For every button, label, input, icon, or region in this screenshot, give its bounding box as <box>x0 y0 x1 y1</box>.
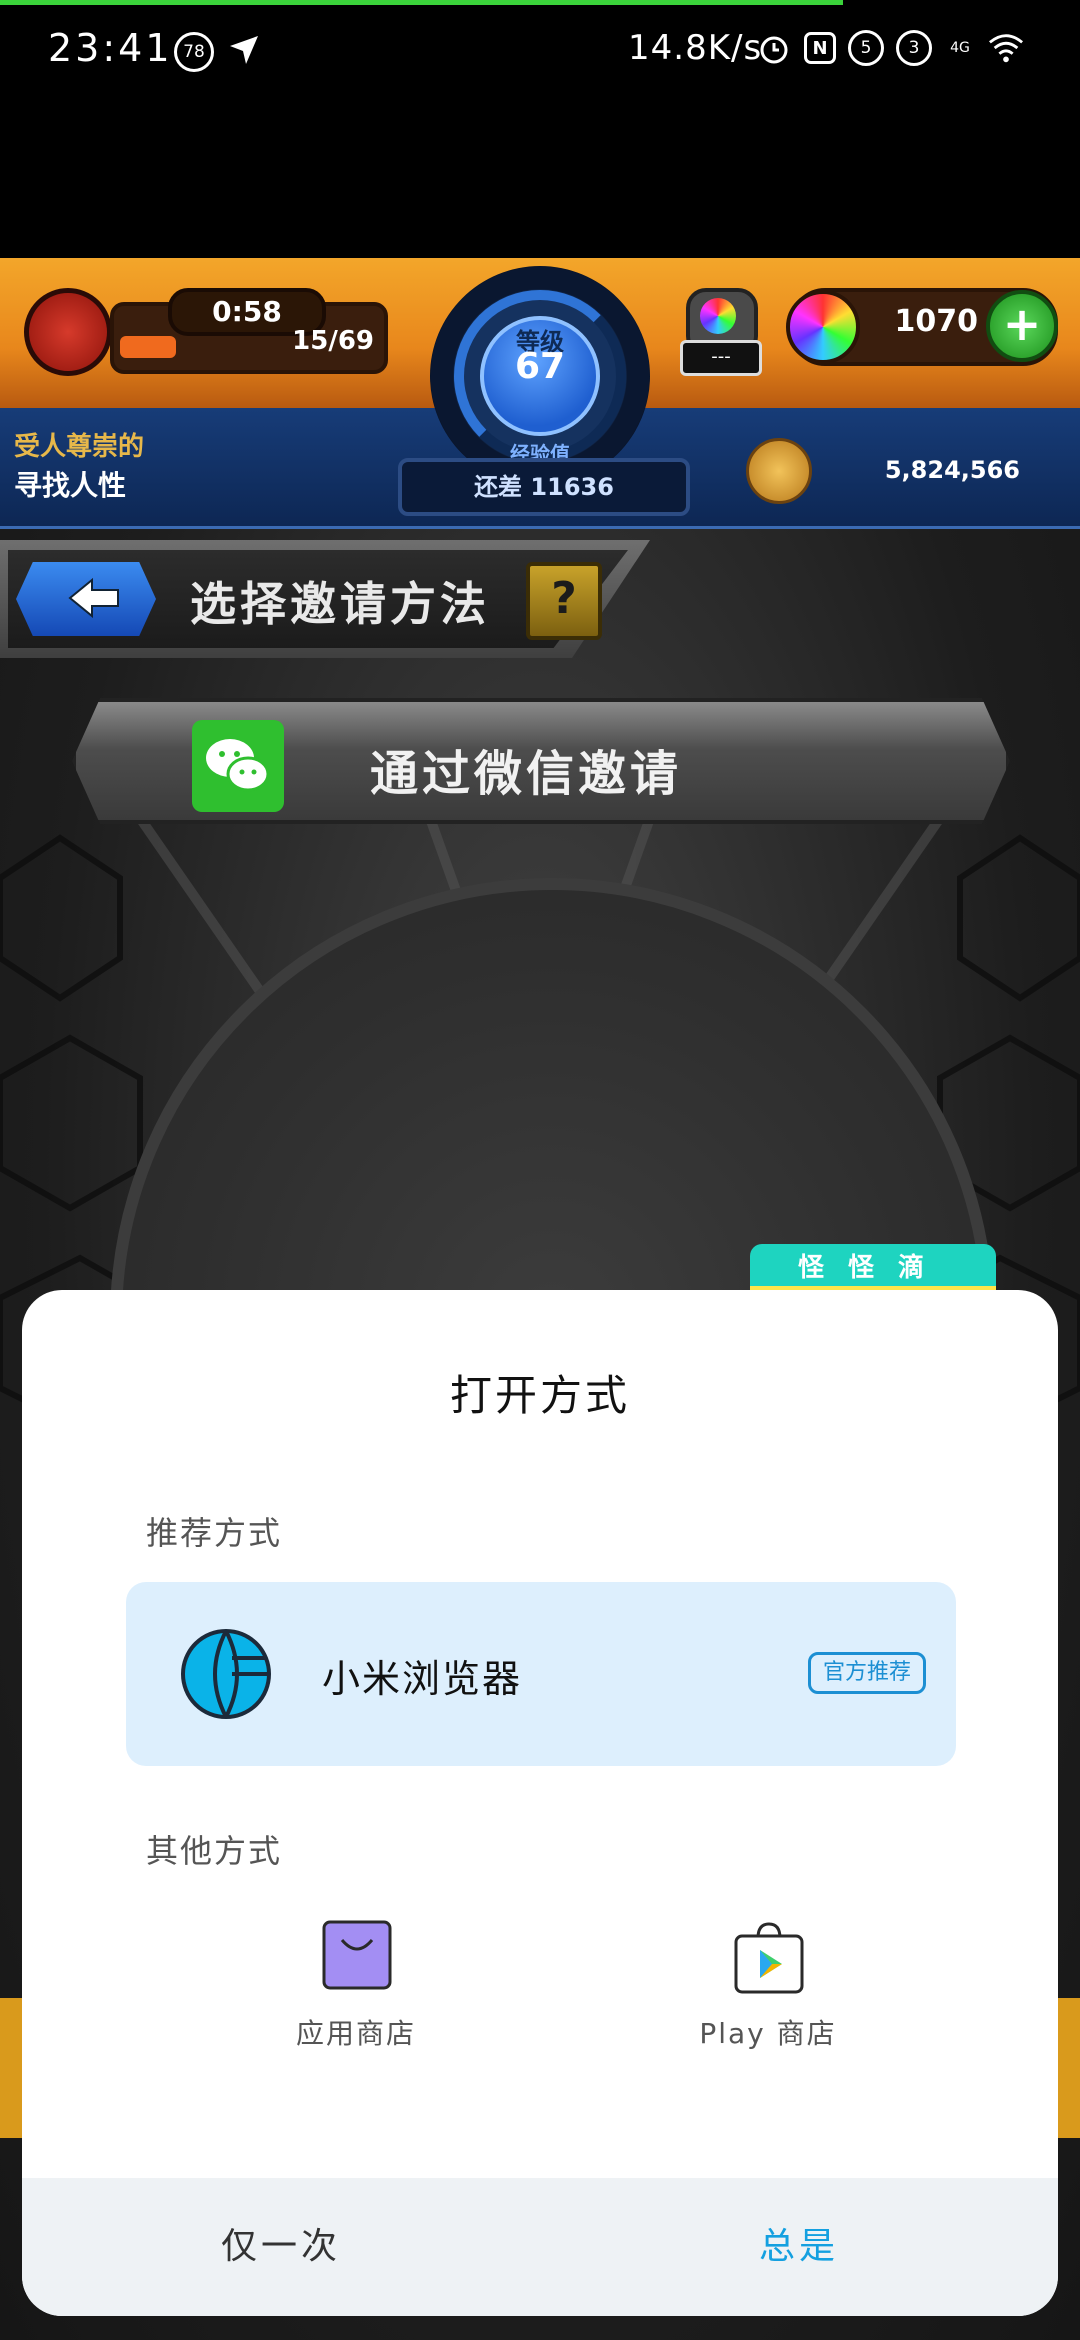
energy-bar: 0:58 15/69 <box>110 288 388 374</box>
side-tab-right <box>1058 1998 1080 2138</box>
coin-count: 5,824,566 <box>884 456 1020 484</box>
ring-display: --- <box>680 340 762 376</box>
status-icons: N 5 3 4G <box>756 30 1024 66</box>
ring-lamp-item[interactable]: --- <box>676 278 766 378</box>
ad-tag[interactable]: 怪怪滴 <box>750 1244 996 1292</box>
app-store-label: 应用商店 <box>295 2017 416 2050</box>
guild-emblem-icon[interactable] <box>24 288 112 376</box>
invite-title: 选择邀请方法 <box>190 577 490 631</box>
sheet-action-bar: 仅一次 总是 <box>22 2178 1058 2316</box>
side-tab-left <box>0 1998 22 2138</box>
energy-bar-fill <box>120 336 176 358</box>
back-button[interactable] <box>16 562 156 636</box>
alarm-icon <box>756 30 792 66</box>
4g-icon: 4G <box>950 40 970 56</box>
sim1-signal-icon: 5 <box>848 30 884 66</box>
help-button[interactable]: ? <box>526 562 602 640</box>
game-hud: 0:58 15/69 等级 67 经验值 还差 11636 --- 1070 +… <box>0 258 1080 529</box>
play-store-label: Play 商店 <box>699 2017 837 2050</box>
app-option-play-store[interactable]: Play 商店 <box>618 1920 918 2070</box>
status-time: 23:41 <box>48 26 173 70</box>
recommended-app-name: 小米浏览器 <box>322 1657 523 1701</box>
coin-icon <box>746 438 812 504</box>
level-number: 67 <box>514 346 566 387</box>
network-speed: 14.8K/s <box>628 28 763 68</box>
back-arrow-icon <box>66 576 122 631</box>
wechat-icon <box>192 720 284 812</box>
n-app-icon: N <box>804 32 836 64</box>
play-store-icon <box>732 1920 806 1998</box>
status-bar: 23:41 78 14.8K/s N 5 3 4G <box>0 0 1080 100</box>
xp-remaining: 还差 11636 <box>398 458 690 516</box>
add-gems-button[interactable]: + <box>986 290 1058 362</box>
mi-browser-icon <box>180 1628 272 1720</box>
gem-orb-icon <box>786 290 860 364</box>
notification-count-badge: 78 <box>174 32 214 72</box>
invite-header: 选择邀请方法 ? <box>0 540 660 658</box>
always-button[interactable]: 总是 <box>540 2178 1058 2316</box>
ring-gem-icon <box>700 298 736 334</box>
app-store-icon <box>322 1920 392 1994</box>
page-load-progress <box>0 0 843 5</box>
gem-count: 1070 <box>894 304 979 339</box>
open-with-sheet: 打开方式 推荐方式 小米浏览器 官方推荐 其他方式 应用商店 Play 商店 仅… <box>22 1290 1058 2316</box>
wifi-icon <box>988 30 1024 66</box>
recommended-section-label: 推荐方式 <box>146 1514 283 1552</box>
other-section-label: 其他方式 <box>146 1832 283 1870</box>
player-subtitle: 寻找人性 <box>14 469 127 502</box>
screen: 23:41 78 14.8K/s N 5 3 4G 0:58 15/69 等级 … <box>0 0 1080 2340</box>
just-once-button[interactable]: 仅一次 <box>22 2178 540 2316</box>
navigation-arrow-icon <box>226 32 262 72</box>
app-option-app-store[interactable]: 应用商店 <box>206 1920 506 2070</box>
invite-via-wechat-label: 通过微信邀请 <box>370 746 683 802</box>
sim2-signal-icon: 3 <box>896 30 932 66</box>
official-recommend-badge: 官方推荐 <box>808 1652 926 1694</box>
sheet-title: 打开方式 <box>449 1371 630 1420</box>
energy-count: 15/69 <box>292 326 374 356</box>
recommended-app-mi-browser[interactable]: 小米浏览器 官方推荐 <box>126 1582 956 1766</box>
player-title: 受人尊崇的 <box>14 432 145 462</box>
